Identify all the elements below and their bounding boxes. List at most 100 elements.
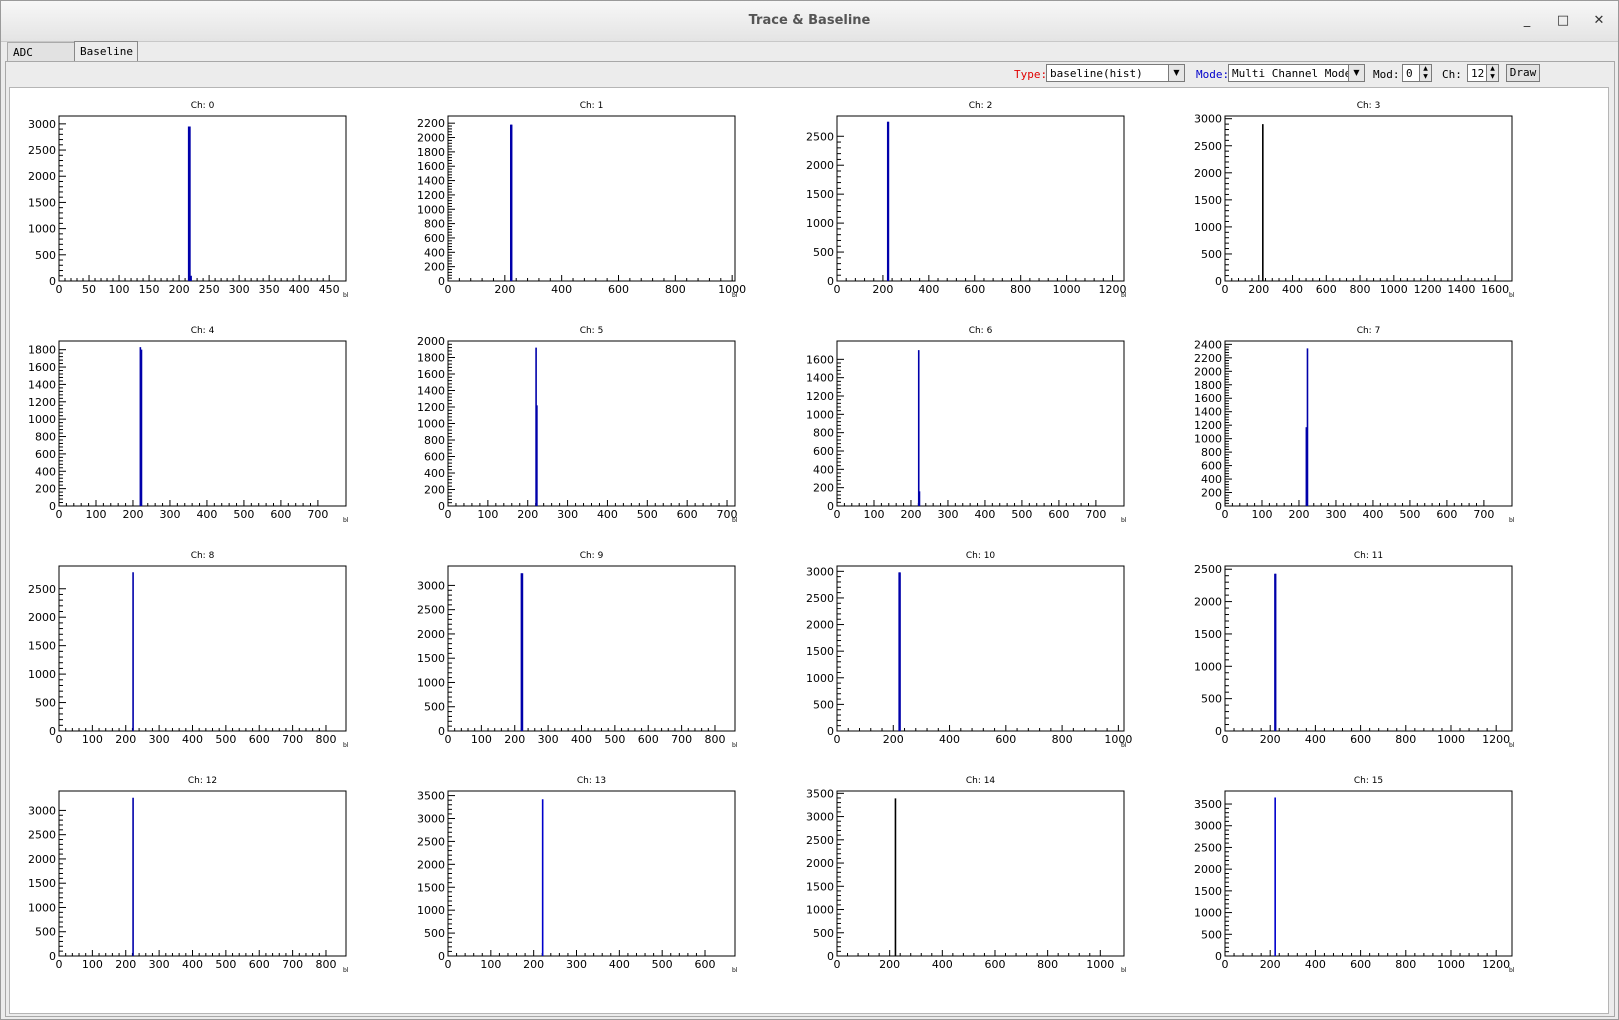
x-tick-label: 100	[477, 508, 498, 521]
x-tick-label: 200	[872, 283, 893, 296]
x-tick-label: 100	[471, 733, 492, 746]
y-tick-label: 2500	[1194, 841, 1222, 854]
x-tick-label: 0	[445, 283, 452, 296]
x-tick-label: 1000	[1437, 958, 1465, 971]
x-tick-label: 600	[1048, 508, 1069, 521]
x-tick-label: 400	[939, 733, 960, 746]
y-tick-label: 1200	[806, 390, 834, 403]
x-tick-label: 0	[834, 958, 841, 971]
mode-select[interactable]: Multi Channel Mode ▼	[1228, 64, 1365, 82]
minimize-icon[interactable]: _	[1518, 12, 1536, 30]
chevron-down-icon[interactable]: ▼	[1168, 65, 1184, 81]
x-tick-label: 600	[1350, 733, 1371, 746]
x-tick-label: 200	[494, 283, 515, 296]
chevron-down-icon[interactable]: ▼	[1348, 65, 1364, 81]
x-tick-label: 500	[233, 508, 254, 521]
x-axis-label: bl	[1121, 292, 1127, 299]
x-tick-label: 400	[609, 958, 630, 971]
close-icon[interactable]: ✕	[1590, 12, 1608, 30]
x-tick-label: 500	[637, 508, 658, 521]
x-tick-label: 100	[480, 958, 501, 971]
x-axis-label: bl	[1509, 292, 1515, 299]
y-tick-label: 1200	[417, 189, 445, 202]
y-tick-label: 2200	[1194, 352, 1222, 365]
y-tick-label: 1800	[28, 344, 56, 357]
decrement-icon[interactable]: ▼	[1486, 73, 1498, 81]
x-tick-label: 500	[215, 958, 236, 971]
y-tick-label: 200	[813, 482, 834, 495]
x-axis-label: bl	[343, 967, 349, 974]
plot-frame	[836, 115, 1125, 282]
mode-select-value: Multi Channel Mode	[1232, 67, 1352, 80]
x-tick-label: 600	[995, 733, 1016, 746]
y-tick-label: 500	[424, 927, 445, 940]
y-tick-label: 1000	[806, 672, 834, 685]
x-tick-label: 50	[82, 283, 96, 296]
y-tick-label: 1400	[417, 385, 445, 398]
x-axis-label: bl	[1121, 517, 1127, 524]
x-axis-label: bl	[1509, 517, 1515, 524]
x-tick-label: 400	[932, 958, 953, 971]
histogram-title: Ch: 1	[580, 101, 604, 111]
mod-spinner[interactable]: 0 ▲ ▼	[1402, 64, 1432, 82]
x-tick-label: 800	[665, 283, 686, 296]
y-tick-label: 500	[1201, 248, 1222, 261]
y-tick-label: 600	[1201, 460, 1222, 473]
x-tick-label: 600	[695, 958, 716, 971]
plot-frame	[447, 115, 736, 282]
x-tick-label: 800	[1395, 733, 1416, 746]
x-tick-label: 300	[1325, 508, 1346, 521]
tab-adc-trace[interactable]: ADC Trace	[7, 42, 76, 79]
x-tick-label: 400	[1282, 283, 1303, 296]
tab-baseline[interactable]: Baseline	[74, 41, 138, 62]
y-tick-label: 2000	[417, 335, 445, 348]
y-tick-label: 2500	[417, 835, 445, 848]
y-tick-label: 200	[35, 483, 56, 496]
y-tick-label: 3000	[806, 565, 834, 578]
maximize-icon[interactable]: □	[1554, 12, 1572, 30]
y-tick-label: 400	[424, 246, 445, 259]
y-tick-label: 600	[35, 448, 56, 461]
draw-button[interactable]: Draw	[1506, 64, 1540, 82]
y-tick-label: 2500	[417, 604, 445, 617]
y-tick-label: 2000	[28, 170, 56, 183]
x-tick-label: 0	[445, 733, 452, 746]
increment-icon[interactable]: ▲	[1419, 65, 1431, 73]
histogram-title: Ch: 5	[580, 326, 604, 336]
y-tick-label: 2500	[806, 592, 834, 605]
y-tick-label: 1000	[417, 203, 445, 216]
x-tick-label: 150	[139, 283, 160, 296]
histogram-ch-13: Ch: 1305001000150020002500300035000 100 20…	[417, 776, 738, 974]
x-tick-label: 200	[1288, 508, 1309, 521]
y-tick-label: 1200	[28, 396, 56, 409]
x-tick-label: 400	[1305, 958, 1326, 971]
y-tick-label: 2200	[417, 117, 445, 130]
y-tick-label: 2500	[806, 834, 834, 847]
ch-spinner[interactable]: 12 ▲ ▼	[1467, 64, 1499, 82]
y-tick-label: 1500	[417, 652, 445, 665]
x-axis-label: bl	[732, 517, 738, 524]
histogram-ch-9: Ch: 90500100015002000250030000 100 200 300 4…	[417, 551, 738, 749]
y-tick-label: 1500	[806, 645, 834, 658]
x-axis-label: bl	[1509, 967, 1515, 974]
y-tick-label: 400	[1201, 473, 1222, 486]
y-tick-label: 1500	[1194, 885, 1222, 898]
x-axis-label: bl	[732, 292, 738, 299]
y-tick-label: 2000	[1194, 365, 1222, 378]
y-tick-label: 1500	[1194, 194, 1222, 207]
y-tick-label: 2000	[417, 858, 445, 871]
title-bar[interactable]: Trace & Baseline _ □ ✕	[1, 1, 1618, 42]
x-tick-label: 200	[1248, 283, 1269, 296]
increment-icon[interactable]: ▲	[1486, 65, 1498, 73]
x-tick-label: 1200	[1414, 283, 1442, 296]
x-tick-label: 600	[1316, 283, 1337, 296]
decrement-icon[interactable]: ▼	[1419, 73, 1431, 81]
type-select[interactable]: baseline(hist) ▼	[1046, 64, 1185, 82]
y-tick-label: 1500	[28, 196, 56, 209]
histogram-title: Ch: 6	[969, 326, 993, 336]
y-tick-label: 500	[35, 697, 56, 710]
x-tick-label: 500	[215, 733, 236, 746]
histogram-canvas[interactable]: Ch: 0 0 500 1000 1500 2000 2500 3000 0 50 100 150 20…	[9, 87, 1609, 1014]
histogram-title: Ch: 14	[966, 776, 996, 786]
x-tick-label: 100	[1251, 508, 1272, 521]
